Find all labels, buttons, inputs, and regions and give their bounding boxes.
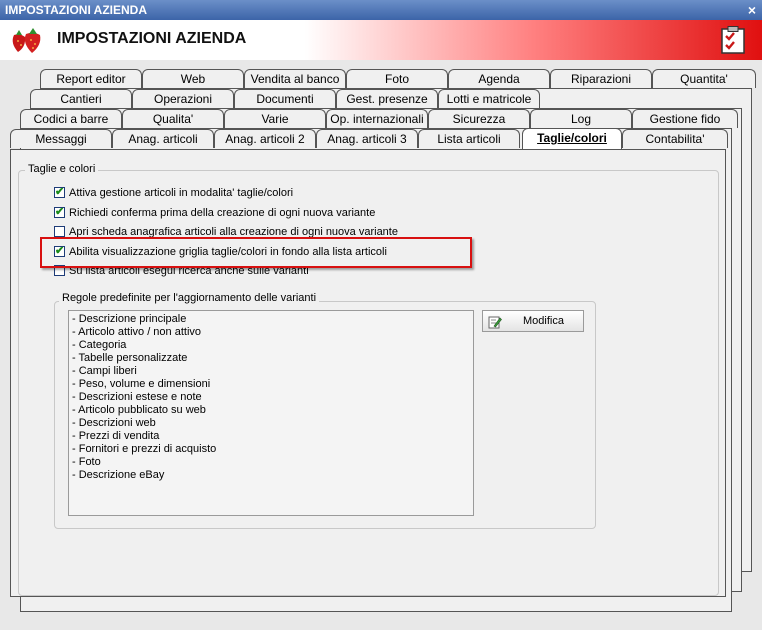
checkbox-abilita-griglia[interactable]: ✔ Abilita visualizzazione griglia taglie… [54, 244, 387, 259]
tab-anag-articoli-2[interactable]: Anag. articoli 2 [214, 129, 316, 148]
tab-op-internazionali[interactable]: Op. internazionali [326, 109, 428, 128]
close-icon[interactable]: × [748, 0, 756, 20]
tab-report-editor[interactable]: Report editor [40, 69, 142, 88]
tab-operazioni[interactable]: Operazioni [132, 89, 234, 108]
tab-varie[interactable]: Varie [224, 109, 326, 128]
checkbox-label: Abilita visualizzazione griglia taglie/c… [69, 245, 387, 258]
tab-gestione-fido[interactable]: Gestione fido [632, 109, 738, 128]
checkmark-icon: ✔ [55, 206, 65, 218]
regole-title: Regole predefinite per l'aggiornamento d… [59, 292, 320, 304]
checklist-icon [721, 26, 745, 54]
list-item[interactable]: - Descrizioni web [72, 417, 470, 430]
list-item[interactable]: - Descrizioni estese e note [72, 391, 470, 404]
tab-gest-presenze[interactable]: Gest. presenze [336, 89, 438, 108]
tab-sicurezza[interactable]: Sicurezza [428, 109, 530, 128]
header-banner: IMPOSTAZIONI AZIENDA [0, 20, 762, 60]
checkbox-box[interactable]: ✔ [54, 186, 65, 198]
tab-riparazioni[interactable]: Riparazioni [550, 69, 652, 88]
window-title-bar: IMPOSTAZIONI AZIENDA × [0, 0, 762, 20]
checkmark-icon: ✔ [55, 186, 65, 198]
modifica-button-label: Modifica [523, 315, 564, 327]
checkbox-richiedi-conferma[interactable]: ✔ Richiedi conferma prima della creazion… [54, 205, 375, 220]
tab-qualita[interactable]: Qualita' [122, 109, 224, 128]
header-title: IMPOSTAZIONI AZIENDA [57, 30, 247, 47]
checkbox-box[interactable] [54, 226, 65, 237]
checkbox-label: Richiedi conferma prima della creazione … [69, 206, 376, 219]
tab-anag-articoli-3[interactable]: Anag. articoli 3 [316, 129, 418, 148]
regole-list[interactable]: - Descrizione principale - Articolo atti… [68, 310, 474, 516]
tab-lista-articoli[interactable]: Lista articoli [418, 129, 520, 148]
tab-contabilita[interactable]: Contabilita' [622, 129, 728, 148]
tab-documenti[interactable]: Documenti [234, 89, 336, 108]
checkbox-ricerca-varianti[interactable]: Su lista articoli esegui ricerca anche s… [54, 263, 309, 278]
checkbox-apri-scheda[interactable]: Apri scheda anagrafica articoli alla cre… [54, 224, 398, 239]
tab-cantieri[interactable]: Cantieri [30, 89, 132, 108]
list-item[interactable]: - Descrizione eBay [72, 469, 470, 482]
tab-vendita-al-banco[interactable]: Vendita al banco [244, 69, 346, 88]
list-item[interactable]: - Foto [72, 456, 470, 469]
list-item[interactable]: - Articolo attivo / non attivo [72, 326, 470, 339]
checkbox-attiva-gestione[interactable]: ✔ Attiva gestione articoli in modalita' … [54, 185, 293, 200]
list-item[interactable]: - Prezzi di vendita [72, 430, 470, 443]
list-item[interactable]: - Tabelle personalizzate [72, 352, 470, 365]
checkbox-box[interactable]: ✔ [54, 245, 65, 257]
list-item[interactable]: - Categoria [72, 339, 470, 352]
checkbox-box[interactable]: ✔ [54, 206, 65, 218]
taglie-e-colori-title: Taglie e colori [25, 163, 99, 175]
tab-foto[interactable]: Foto [346, 69, 448, 88]
checkbox-label: Su lista articoli esegui ricerca anche s… [69, 264, 309, 277]
tab-anag-articoli[interactable]: Anag. articoli [112, 129, 214, 148]
tab-log[interactable]: Log [530, 109, 632, 128]
tab-codici-a-barre[interactable]: Codici a barre [20, 109, 122, 128]
checkmark-icon: ✔ [55, 245, 65, 257]
strawberry-logo-icon [12, 28, 41, 53]
list-item[interactable]: - Descrizione principale [72, 313, 470, 326]
tab-agenda[interactable]: Agenda [448, 69, 550, 88]
modifica-button[interactable]: Modifica [482, 310, 584, 332]
window-title: IMPOSTAZIONI AZIENDA [5, 3, 147, 17]
checkbox-label: Apri scheda anagrafica articoli alla cre… [69, 225, 398, 238]
list-item[interactable]: - Campi liberi [72, 365, 470, 378]
tab-web[interactable]: Web [142, 69, 244, 88]
checkbox-box[interactable] [54, 265, 65, 276]
tab-taglie-colori[interactable]: Taglie/colori [522, 128, 622, 149]
edit-pencil-icon [488, 316, 502, 329]
tab-lotti-e-matricole[interactable]: Lotti e matricole [438, 89, 540, 108]
list-item[interactable]: - Articolo pubblicato su web [72, 404, 470, 417]
checkbox-label: Attiva gestione articoli in modalita' ta… [69, 186, 294, 199]
list-item[interactable]: - Fornitori e prezzi di acquisto [72, 443, 470, 456]
tab-messaggi[interactable]: Messaggi [10, 129, 112, 148]
tab-quantita[interactable]: Quantita' [652, 69, 756, 88]
list-item[interactable]: - Peso, volume e dimensioni [72, 378, 470, 391]
